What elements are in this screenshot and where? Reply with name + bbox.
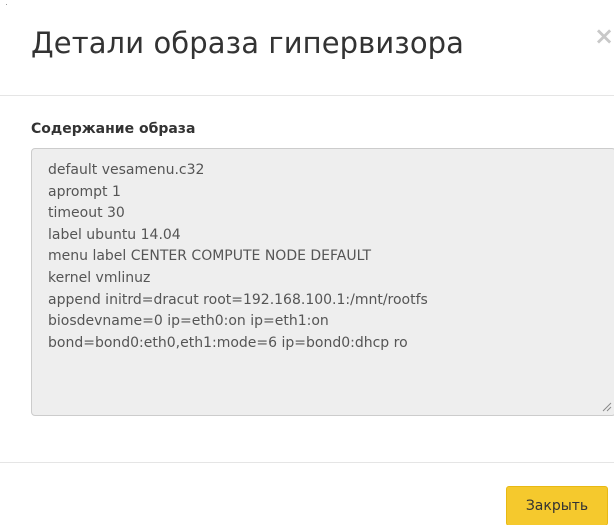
textarea-line: timeout 30: [48, 205, 125, 222]
textarea-line: kernel vmlinuz: [48, 269, 151, 286]
modal-header: Детали образа гипервизора ×: [0, 0, 614, 96]
textarea-line: biosdevname=0 ip=eth0:on ip=eth1:on: [48, 313, 329, 330]
textarea-line: menu label CENTER COMPUTE NODE DEFAULT: [48, 248, 372, 265]
content-textarea[interactable]: default vesamenu.c32 aprompt 1 timeout 3…: [31, 148, 614, 416]
textarea-line: default vesamenu.c32: [48, 162, 205, 178]
modal-body: Содержание образа default vesamenu.c32 a…: [0, 96, 614, 462]
textarea-line: append initrd=dracut root=192.168.100.1:…: [48, 291, 428, 308]
close-button[interactable]: Закрыть: [506, 486, 608, 525]
modal-title: Детали образа гипервизора: [31, 26, 465, 60]
close-icon[interactable]: ×: [594, 24, 614, 48]
textarea-line: label ubuntu 14.04: [48, 226, 181, 243]
textarea-line: bond=bond0:eth0,eth1:mode=6 ip=bond0:dhc…: [48, 334, 408, 351]
content-label: Содержание образа: [31, 121, 196, 137]
textarea-line: aprompt 1: [48, 183, 121, 200]
modal-footer: Закрыть: [0, 462, 614, 525]
image-details-modal: Детали образа гипервизора × Содержание о…: [0, 0, 614, 525]
resize-handle-icon[interactable]: [602, 402, 612, 412]
